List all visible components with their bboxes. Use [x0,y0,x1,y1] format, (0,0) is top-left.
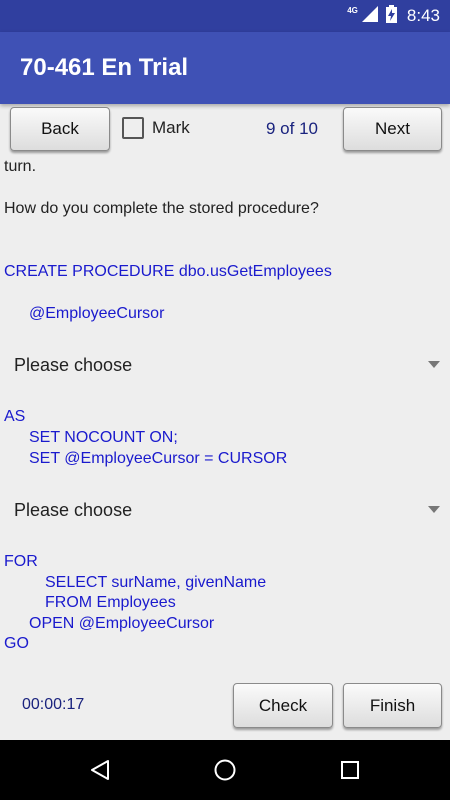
mark-label: Mark [152,118,190,137]
network-type: 4G [347,5,358,15]
code-line: FOR [4,553,38,570]
question-prompt: How do you complete the stored procedure… [4,200,319,217]
clock: 8:43 [406,6,440,25]
back-triangle-icon [91,760,109,780]
elapsed-timer: 00:00:17 [22,696,85,713]
question-text-tail: turn. [4,158,37,175]
code-line: SET @EmployeeCursor = CURSOR [29,450,288,467]
app-title: 70-461 En Trial [20,54,189,81]
nav-back-button[interactable] [70,740,130,800]
nav-home-button[interactable] [195,740,255,800]
mark-checkbox-group[interactable]: Mark [122,117,190,139]
back-button[interactable]: Back [10,107,110,151]
code-line: CREATE PROCEDURE dbo.usGetEmployees [4,263,332,280]
home-circle-icon [214,759,236,781]
nav-recents-button[interactable] [320,740,380,800]
signal-icon [361,5,378,27]
system-nav-bar [0,740,450,800]
finish-button[interactable]: Finish [343,683,442,728]
code-line: @EmployeeCursor [29,305,165,322]
next-button[interactable]: Next [343,107,442,151]
dropdown-arrow-icon [428,506,440,513]
code-line: AS [4,408,26,425]
code-line: SELECT surName, givenName [45,574,267,591]
code-line: OPEN @EmployeeCursor [29,615,215,632]
dropdown-arrow-icon [428,361,440,368]
app-bar: 70-461 En Trial [0,32,450,104]
answer-dropdown-1[interactable]: Please choose [0,345,450,385]
mark-checkbox[interactable] [122,117,144,139]
check-button[interactable]: Check [233,683,333,728]
code-line: FROM Employees [45,594,176,611]
question-content[interactable]: turn. How do you complete the stored pro… [0,150,450,670]
question-counter: 9 of 10 [266,119,318,138]
answer-dropdown-2[interactable]: Please choose [0,490,450,530]
recents-square-icon [341,761,359,779]
code-line: SET NOCOUNT ON; [29,429,178,446]
dropdown-value: Please choose [14,355,133,375]
code-line: GO [4,635,29,652]
dropdown-value: Please choose [14,500,133,520]
status-icons: 4G 8:43 [347,0,440,32]
status-bar: 4G 8:43 [0,0,450,32]
battery-charging-icon [385,4,397,28]
